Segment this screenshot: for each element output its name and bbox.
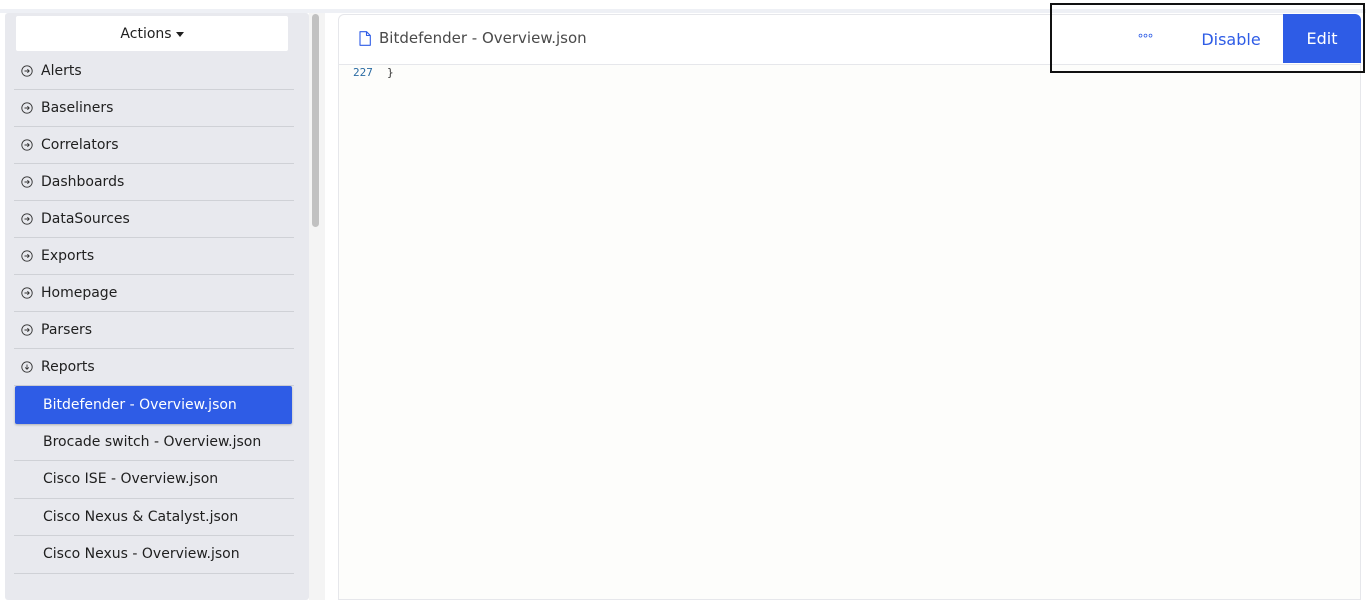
circle-arrow-right-icon xyxy=(20,249,34,263)
circle-arrow-right-icon xyxy=(20,101,34,115)
sidebar-item-datasources[interactable]: DataSources xyxy=(14,201,294,238)
report-file-label: Brocade switch - Overview.json xyxy=(43,433,262,450)
sidebar-item-label: Dashboards xyxy=(41,174,125,190)
sidebar-item-alerts[interactable]: Alerts xyxy=(14,53,294,90)
sidebar-item-label: DataSources xyxy=(41,211,130,227)
sidebar-item-label: Homepage xyxy=(41,285,118,301)
sidebar-item-parsers[interactable]: Parsers xyxy=(14,312,294,349)
actions-dropdown-button[interactable]: Actions xyxy=(16,16,288,51)
file-title-text: Bitdefender - Overview.json xyxy=(379,29,587,47)
circle-arrow-right-icon xyxy=(20,212,34,226)
code-line: 227 } xyxy=(353,66,394,79)
line-text: } xyxy=(387,66,394,79)
circle-arrow-right-icon xyxy=(20,175,34,189)
file-title: Bitdefender - Overview.json xyxy=(359,29,587,47)
sidebar-item-label: Reports xyxy=(41,359,95,375)
app-page: Actions Alerts Baseliners Correlators Da… xyxy=(0,0,1366,600)
sidebar-item-label: Exports xyxy=(41,248,95,264)
report-file-item-cisco-ise[interactable]: Cisco ISE - Overview.json xyxy=(14,461,294,499)
report-file-label: Cisco ISE - Overview.json xyxy=(43,471,219,488)
sidebar-item-label: Alerts xyxy=(41,63,82,79)
circle-arrow-right-icon xyxy=(20,286,34,300)
report-file-item-cisco-nexus-catalyst[interactable]: Cisco Nexus & Catalyst.json xyxy=(14,499,294,536)
sidebar-item-baseliners[interactable]: Baseliners xyxy=(14,90,294,127)
circle-arrow-down-icon xyxy=(20,360,34,374)
sidebar-scrollbar-thumb[interactable] xyxy=(312,14,319,227)
caret-down-icon xyxy=(175,31,184,37)
sidebar-item-homepage[interactable]: Homepage xyxy=(14,275,294,312)
report-file-label: Cisco Nexus & Catalyst.json xyxy=(43,508,239,525)
actions-label: Actions xyxy=(120,25,172,42)
sidebar-item-label: Parsers xyxy=(41,322,93,338)
report-file-item-brocade[interactable]: Brocade switch - Overview.json xyxy=(14,424,294,461)
sidebar-item-exports[interactable]: Exports xyxy=(14,238,294,275)
circle-arrow-right-icon xyxy=(20,323,34,337)
report-file-label: Bitdefender - Overview.json xyxy=(43,396,237,413)
sidebar-item-label: Correlators xyxy=(41,137,119,153)
document-icon xyxy=(359,30,371,46)
sidebar-item-reports[interactable]: Reports xyxy=(14,349,294,386)
sidebar-item-label: Baseliners xyxy=(41,100,114,116)
line-number: 227 xyxy=(353,66,373,79)
file-viewer-panel: Bitdefender - Overview.json 227 } xyxy=(338,14,1361,600)
report-file-item-cisco-nexus-overview[interactable]: Cisco Nexus - Overview.json xyxy=(14,536,294,574)
report-file-item-bitdefender[interactable]: Bitdefender - Overview.json xyxy=(15,386,292,424)
sidebar-menu: Alerts Baseliners Correlators Dashboards… xyxy=(14,53,294,574)
circle-arrow-right-icon xyxy=(20,64,34,78)
highlight-box xyxy=(1050,3,1365,73)
report-file-label: Cisco Nexus - Overview.json xyxy=(43,546,240,563)
circle-arrow-right-icon xyxy=(20,138,34,152)
sidebar-item-correlators[interactable]: Correlators xyxy=(14,127,294,164)
sidebar-item-dashboards[interactable]: Dashboards xyxy=(14,164,294,201)
